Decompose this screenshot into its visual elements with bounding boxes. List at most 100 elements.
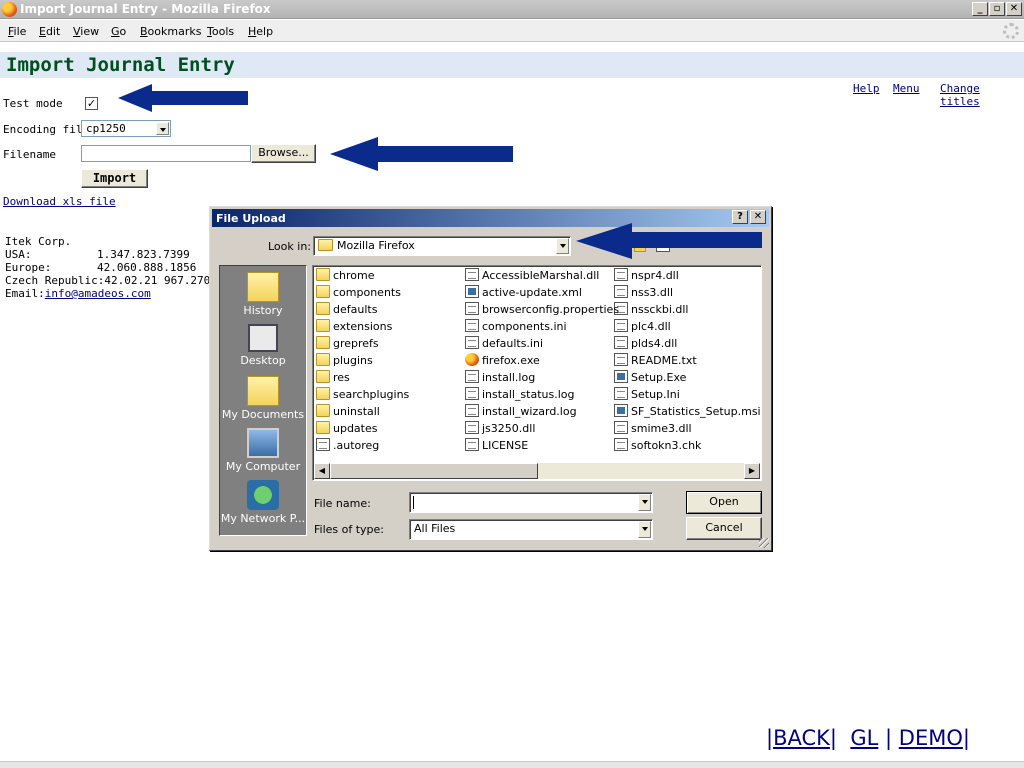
place-my-network[interactable]: My Network P... bbox=[220, 480, 306, 525]
menu-edit[interactable]: Edit bbox=[39, 25, 60, 38]
file-name: install.log bbox=[482, 371, 536, 384]
menu-go[interactable]: Go bbox=[111, 25, 126, 38]
file-item[interactable]: defaults bbox=[316, 302, 377, 319]
help-link[interactable]: Help bbox=[853, 82, 880, 95]
place-desktop[interactable]: Desktop bbox=[220, 324, 306, 367]
test-mode-label: Test mode bbox=[3, 97, 63, 110]
scroll-left-button[interactable]: ◀ bbox=[314, 463, 330, 479]
file-item[interactable]: README.txt bbox=[614, 353, 697, 370]
restore-button[interactable]: ▫ bbox=[989, 2, 1005, 16]
folder-icon bbox=[316, 319, 330, 332]
file-item[interactable]: js3250.dll bbox=[465, 421, 535, 438]
file-item[interactable]: updates bbox=[316, 421, 378, 438]
file-name: nspr4.dll bbox=[631, 269, 679, 282]
back-link[interactable]: BACK bbox=[773, 726, 830, 750]
file-name: install_status.log bbox=[482, 388, 575, 401]
menu-link-wrap: Menu bbox=[893, 82, 920, 95]
file-item[interactable]: install_status.log bbox=[465, 387, 575, 404]
file-type-select[interactable]: All Files bbox=[409, 519, 653, 540]
file-item[interactable]: .autoreg bbox=[316, 438, 379, 455]
menu-bar: File Edit View Go Bookmarks Tools Help bbox=[0, 20, 1024, 42]
file-item[interactable]: firefox.exe bbox=[465, 353, 540, 370]
footer-nav: |BACK| GL | DEMO| bbox=[766, 726, 970, 750]
file-item[interactable]: extensions bbox=[316, 319, 392, 336]
file-item[interactable]: components bbox=[316, 285, 401, 302]
file-item[interactable]: uninstall bbox=[316, 404, 380, 421]
import-button[interactable]: Import bbox=[81, 169, 148, 188]
file-item[interactable]: install_wizard.log bbox=[465, 404, 577, 421]
file-item[interactable]: chrome bbox=[316, 268, 375, 285]
file-item[interactable]: AccessibleMarshal.dll bbox=[465, 268, 599, 285]
file-name: softokn3.chk bbox=[631, 439, 702, 452]
file-item[interactable]: SF_Statistics_Setup.msi bbox=[614, 404, 761, 421]
file-item[interactable]: nss3.dll bbox=[614, 285, 673, 302]
test-mode-checkbox[interactable]: ✓ bbox=[85, 97, 98, 110]
file-item[interactable]: nspr4.dll bbox=[614, 268, 679, 285]
file-item[interactable]: smime3.dll bbox=[614, 421, 692, 438]
menu-bookmarks[interactable]: Bookmarks bbox=[140, 25, 201, 38]
file-name-input[interactable] bbox=[409, 492, 653, 513]
file-item[interactable]: Setup.Ini bbox=[614, 387, 680, 404]
encoding-select[interactable]: cp1250 bbox=[81, 120, 171, 137]
file-name: greprefs bbox=[333, 337, 379, 350]
change-titles-link[interactable]: Change titles bbox=[940, 82, 980, 108]
download-xls-link[interactable]: Download xls file bbox=[3, 195, 116, 208]
scroll-right-button[interactable]: ▶ bbox=[744, 463, 760, 479]
text-icon bbox=[465, 370, 479, 383]
email-link[interactable]: info@amadeos.com bbox=[45, 287, 151, 300]
place-history[interactable]: History bbox=[220, 272, 306, 317]
place-label: Desktop bbox=[240, 354, 286, 367]
file-name: res bbox=[333, 371, 350, 384]
file-type-value: All Files bbox=[414, 522, 456, 535]
file-item[interactable]: greprefs bbox=[316, 336, 379, 353]
menu-file[interactable]: File bbox=[8, 25, 26, 38]
text-icon bbox=[614, 353, 628, 366]
menu-help[interactable]: Help bbox=[248, 25, 273, 38]
file-name: extensions bbox=[333, 320, 393, 333]
file-item[interactable]: plc4.dll bbox=[614, 319, 671, 336]
file-item[interactable]: softokn3.chk bbox=[614, 438, 701, 455]
file-item[interactable]: plugins bbox=[316, 353, 373, 370]
file-item[interactable]: LICENSE bbox=[465, 438, 528, 455]
filename-input[interactable] bbox=[81, 145, 251, 162]
menu-tools[interactable]: Tools bbox=[207, 25, 234, 38]
cancel-button[interactable]: Cancel bbox=[686, 517, 762, 540]
browse-button[interactable]: Browse... bbox=[251, 144, 316, 163]
file-name: active-update.xml bbox=[482, 286, 582, 299]
file-item[interactable]: browserconfig.properties bbox=[465, 302, 619, 319]
resize-grip-icon[interactable] bbox=[759, 538, 769, 548]
place-my-computer[interactable]: My Computer bbox=[220, 428, 306, 473]
dialog-close-button[interactable]: ✕ bbox=[750, 210, 766, 224]
file-list[interactable]: softokn3.chk smime3.dll SF_Statistics_Setu… bbox=[312, 265, 762, 481]
close-window-button[interactable]: ✕ bbox=[1006, 2, 1022, 16]
look-in-select[interactable]: Mozilla Firefox bbox=[313, 236, 571, 256]
chevron-down-icon[interactable] bbox=[156, 122, 169, 135]
company-contacts: Itek Corp. USA: 1.347.823.7399 Europe: 42.… bbox=[5, 235, 210, 300]
file-item[interactable]: defaults.ini bbox=[465, 336, 543, 353]
horizontal-scrollbar[interactable]: ◀ ▶ bbox=[314, 463, 760, 479]
file-item[interactable]: nssckbi.dll bbox=[614, 302, 688, 319]
chevron-down-icon[interactable] bbox=[638, 521, 651, 538]
place-my-documents[interactable]: My Documents bbox=[220, 376, 306, 421]
file-item[interactable]: res bbox=[316, 370, 350, 387]
file-item[interactable]: searchplugins bbox=[316, 387, 409, 404]
file-name: Setup.Ini bbox=[631, 388, 680, 401]
open-button[interactable]: Open bbox=[686, 491, 762, 514]
file-item[interactable]: components.ini bbox=[465, 319, 567, 336]
menu-link[interactable]: Menu bbox=[893, 82, 920, 95]
chevron-down-icon[interactable] bbox=[638, 494, 651, 511]
menu-view[interactable]: View bbox=[73, 25, 99, 38]
file-name: defaults.ini bbox=[482, 337, 544, 350]
minimize-button[interactable]: _ bbox=[972, 2, 988, 16]
demo-link[interactable]: DEMO bbox=[899, 726, 963, 750]
file-item[interactable]: active-update.xml bbox=[465, 285, 582, 302]
gl-link[interactable]: GL bbox=[850, 726, 878, 750]
dialog-help-button[interactable]: ? bbox=[732, 210, 748, 224]
chevron-down-icon[interactable] bbox=[556, 238, 569, 254]
file-item[interactable]: Setup.Exe bbox=[614, 370, 686, 387]
file-item[interactable]: install.log bbox=[465, 370, 535, 387]
place-label: My Network P... bbox=[220, 512, 306, 525]
ini-icon bbox=[465, 336, 479, 349]
scroll-thumb[interactable] bbox=[330, 463, 538, 479]
file-item[interactable]: plds4.dll bbox=[614, 336, 677, 353]
